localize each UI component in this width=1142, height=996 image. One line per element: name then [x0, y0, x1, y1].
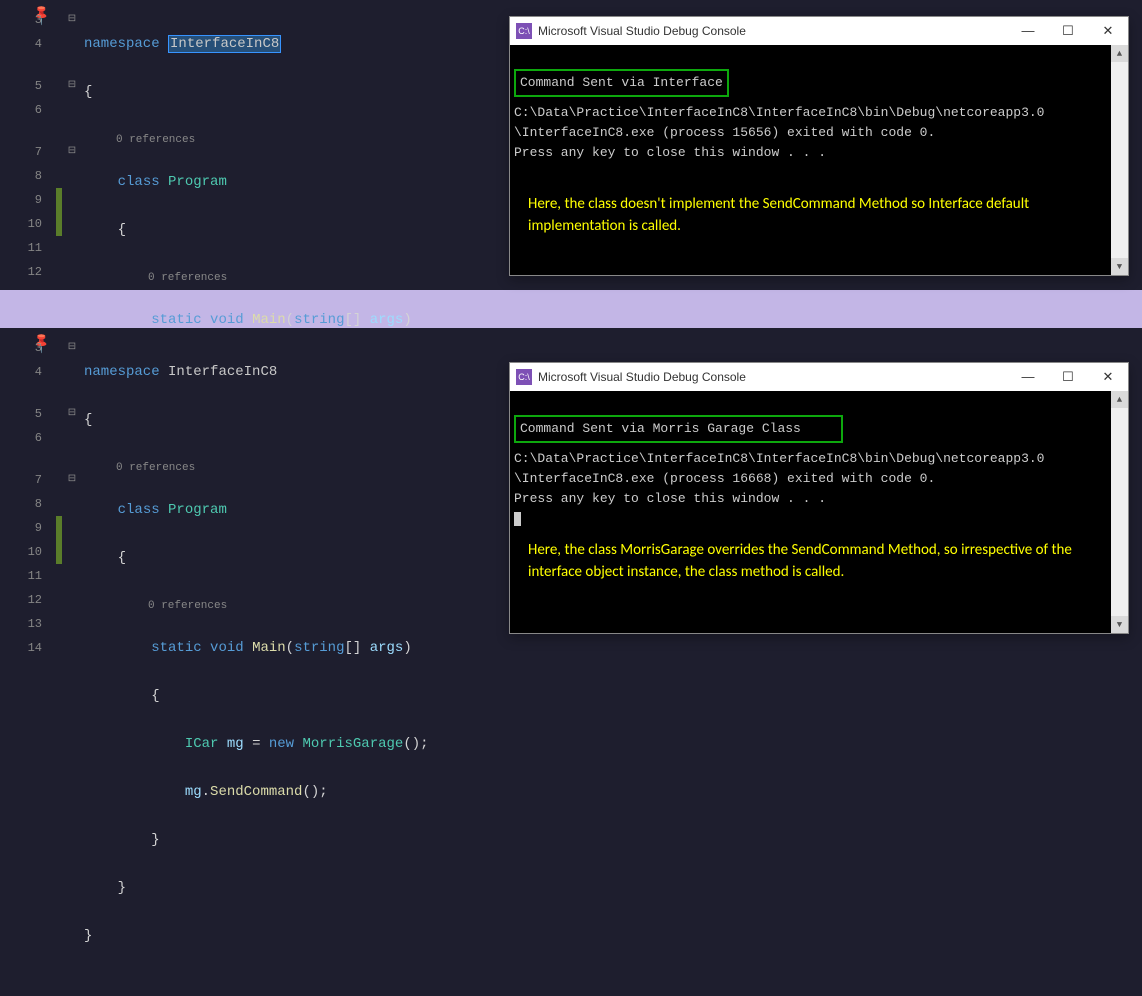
- console-line: Press any key to close this window . . .: [514, 145, 826, 160]
- annotation-text: Here, the class MorrisGarage overrides t…: [514, 529, 1128, 593]
- line-number: 6: [0, 98, 42, 122]
- keyword: void: [210, 312, 244, 328]
- line-number: 10: [0, 212, 42, 236]
- line-number: 6: [0, 426, 42, 450]
- close-button[interactable]: ✕: [1088, 17, 1128, 45]
- keyword: namespace: [84, 36, 160, 52]
- line-number-gutter: 3 4 5 6 7 8 9 10 11 12: [0, 8, 48, 284]
- method-name: Main: [252, 312, 286, 328]
- line-number: 11: [0, 564, 42, 588]
- fold-toggle-icon[interactable]: ⊟: [64, 74, 80, 98]
- fold-toggle-icon[interactable]: ⊟: [64, 8, 80, 32]
- maximize-button[interactable]: ☐: [1048, 363, 1088, 391]
- keyword: void: [210, 640, 244, 656]
- maximize-button[interactable]: ☐: [1048, 17, 1088, 45]
- fold-gutter: ⊟ ⊟ ⊟: [64, 8, 80, 164]
- fold-toggle-icon[interactable]: ⊟: [64, 140, 80, 164]
- debug-console-window-bottom[interactable]: C:\ Microsoft Visual Studio Debug Consol…: [509, 362, 1129, 634]
- local-var: mg: [185, 784, 202, 800]
- scroll-down-icon[interactable]: ▼: [1111, 258, 1128, 275]
- line-number: 8: [0, 492, 42, 516]
- console-titlebar[interactable]: C:\ Microsoft Visual Studio Debug Consol…: [510, 17, 1128, 45]
- annotation-text: Here, the class doesn't implement the Se…: [514, 183, 1128, 247]
- line-number-gutter: 3 4 5 6 7 8 9 10 11 12 13 14: [0, 336, 48, 660]
- close-button[interactable]: ✕: [1088, 363, 1128, 391]
- namespace-name: InterfaceInC8: [168, 364, 277, 380]
- change-indicator: [56, 516, 62, 564]
- line-number: 13: [0, 612, 42, 636]
- cursor-icon: [514, 512, 521, 526]
- codelens-references[interactable]: 0 references: [84, 456, 429, 474]
- keyword: class: [118, 502, 160, 518]
- code-editor-top[interactable]: 📌 3 4 5 6 7 8 9 10 11 12 ⊟ ⊟ ⊟ namespace…: [0, 0, 1142, 290]
- highlighted-output: Command Sent via Morris Garage Class: [514, 415, 843, 443]
- line-number: 7: [0, 468, 42, 492]
- line-number: 9: [0, 188, 42, 212]
- namespace-name: InterfaceInC8: [168, 35, 281, 53]
- parameter: args: [370, 640, 404, 656]
- minimize-button[interactable]: —: [1008, 363, 1048, 391]
- code-editor-bottom[interactable]: 📌 3 4 5 6 7 8 9 10 11 12 13 14 ⊟ ⊟ ⊟ nam…: [0, 328, 1142, 683]
- minimize-button[interactable]: —: [1008, 17, 1048, 45]
- vs-icon: C:\: [516, 369, 532, 385]
- console-output[interactable]: Command Sent via Morris Garage Class C:\…: [510, 391, 1128, 633]
- console-title: Microsoft Visual Studio Debug Console: [538, 365, 1008, 389]
- console-line: \InterfaceInC8.exe (process 15656) exite…: [514, 125, 935, 140]
- line-number: 5: [0, 402, 42, 426]
- class-name: Program: [168, 502, 227, 518]
- line-number: 14: [0, 636, 42, 660]
- codelens-references[interactable]: 0 references: [84, 266, 429, 284]
- keyword: static: [151, 640, 201, 656]
- local-var: mg: [227, 736, 244, 752]
- fold-toggle-icon[interactable]: ⊟: [64, 402, 80, 426]
- keyword: string: [294, 312, 344, 328]
- console-line: C:\Data\Practice\InterfaceInC8\Interface…: [514, 451, 1045, 466]
- console-titlebar[interactable]: C:\ Microsoft Visual Studio Debug Consol…: [510, 363, 1128, 391]
- fold-toggle-icon[interactable]: ⊟: [64, 468, 80, 492]
- keyword: class: [118, 174, 160, 190]
- scroll-up-icon[interactable]: ▲: [1111, 45, 1128, 62]
- code-text[interactable]: namespace InterfaceInC8 { 0 references c…: [84, 336, 429, 996]
- fold-gutter: ⊟ ⊟ ⊟: [64, 336, 80, 492]
- console-line: C:\Data\Practice\InterfaceInC8\Interface…: [514, 105, 1045, 120]
- class-name: Program: [168, 174, 227, 190]
- type-name: MorrisGarage: [303, 736, 404, 752]
- vs-icon: C:\: [516, 23, 532, 39]
- console-scrollbar[interactable]: ▲ ▼: [1111, 45, 1128, 275]
- console-scrollbar[interactable]: ▲ ▼: [1111, 391, 1128, 633]
- line-number: 4: [0, 32, 42, 56]
- keyword: namespace: [84, 364, 160, 380]
- parameter: args: [370, 312, 404, 328]
- console-line: Press any key to close this window . . .: [514, 491, 826, 506]
- keyword: static: [151, 312, 201, 328]
- line-number: 3: [0, 336, 42, 360]
- keyword: string: [294, 640, 344, 656]
- line-number: 12: [0, 588, 42, 612]
- line-number: 5: [0, 74, 42, 98]
- line-number: 11: [0, 236, 42, 260]
- scroll-down-icon[interactable]: ▼: [1111, 616, 1128, 633]
- change-indicator: [56, 188, 62, 236]
- console-line: \InterfaceInC8.exe (process 16668) exite…: [514, 471, 935, 486]
- codelens-references[interactable]: 0 references: [84, 594, 429, 612]
- highlighted-output: Command Sent via Interface: [514, 69, 729, 97]
- console-output[interactable]: Command Sent via Interface C:\Data\Pract…: [510, 45, 1128, 275]
- keyword: new: [269, 736, 294, 752]
- debug-console-window-top[interactable]: C:\ Microsoft Visual Studio Debug Consol…: [509, 16, 1129, 276]
- method-name: SendCommand: [210, 784, 302, 800]
- line-number: 9: [0, 516, 42, 540]
- type-name: ICar: [185, 736, 219, 752]
- line-number: 12: [0, 260, 42, 284]
- codelens-references[interactable]: 0 references: [84, 128, 429, 146]
- line-number: 3: [0, 8, 42, 32]
- scroll-up-icon[interactable]: ▲: [1111, 391, 1128, 408]
- line-number: 10: [0, 540, 42, 564]
- fold-toggle-icon[interactable]: ⊟: [64, 336, 80, 360]
- line-number: 4: [0, 360, 42, 384]
- line-number: 8: [0, 164, 42, 188]
- line-number: 7: [0, 140, 42, 164]
- console-title: Microsoft Visual Studio Debug Console: [538, 19, 1008, 43]
- method-name: Main: [252, 640, 286, 656]
